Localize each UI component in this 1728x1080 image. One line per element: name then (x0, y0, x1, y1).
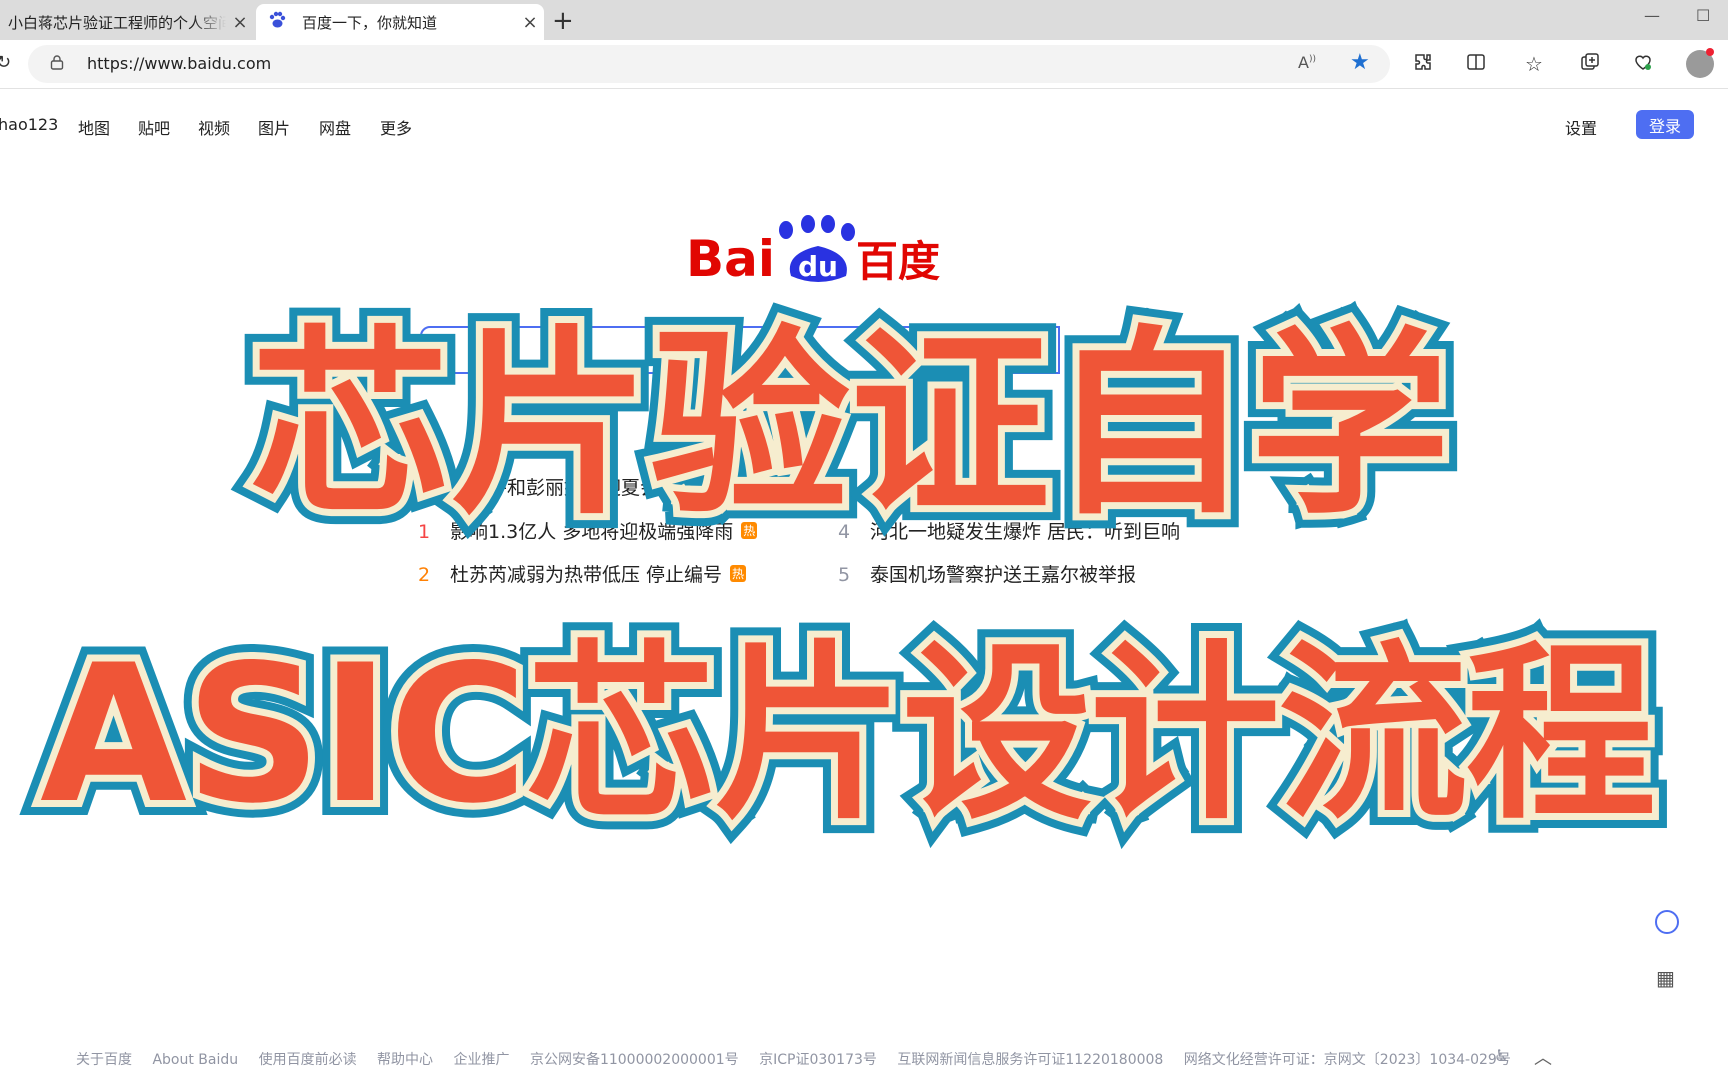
accessibility-icon[interactable]: ♿ (1494, 1046, 1508, 1065)
url-text[interactable]: https://www.baidu.com (87, 54, 271, 73)
notification-dot (1706, 48, 1714, 56)
split-screen-icon[interactable] (1466, 52, 1486, 77)
baidu-paw-icon (268, 11, 290, 33)
lock-icon[interactable] (50, 54, 64, 74)
footer-link[interactable]: 网络文化经营许可证：京网文〔2023〕1034-029号 (1184, 1052, 1511, 1068)
tab-title: 百度一下，你就知道 (302, 13, 438, 32)
footer-link[interactable]: 使用百度前必读 (259, 1052, 357, 1068)
tab-baidu[interactable]: 百度一下，你就知道 × (256, 4, 544, 40)
footer-link[interactable]: 帮助中心 (377, 1052, 433, 1068)
address-bar[interactable]: https://www.baidu.com A)) ★ (28, 45, 1390, 83)
new-tab-button[interactable]: + (552, 6, 574, 36)
nav-more[interactable]: 更多 (380, 115, 412, 139)
footer-link[interactable]: 企业推广 (454, 1052, 510, 1068)
settings-link[interactable]: 设置 (1565, 115, 1597, 139)
tab-title: 小白蒋芯片验证工程师的个人空间 (8, 13, 226, 32)
footer: 关于百度 About Baidu 使用百度前必读 帮助中心 企业推广 京公网安备… (76, 1049, 1527, 1069)
nav-video[interactable]: 视频 (198, 115, 230, 139)
footer-link[interactable]: 互联网新闻信息服务许可证11220180008 (897, 1052, 1163, 1068)
tab-close-icon[interactable]: × (226, 12, 254, 33)
tab-strip: 小白蒋芯片验证工程师的个人空间 × 百度一下，你就知道 × + — ☐ (0, 0, 1728, 40)
minimize-icon[interactable]: — (1644, 6, 1660, 25)
nav-hao123[interactable]: hao123 (0, 115, 58, 134)
ai-assistant-icon[interactable] (1655, 910, 1679, 934)
reload-icon[interactable]: ↻ (0, 52, 11, 73)
qr-code-icon[interactable]: ▦ (1656, 966, 1675, 990)
footer-link[interactable]: 京ICP证030173号 (759, 1052, 877, 1068)
tab-bilibili-space[interactable]: 小白蒋芯片验证工程师的个人空间 × (0, 4, 254, 40)
favorite-star-icon[interactable]: ★ (1350, 50, 1370, 75)
read-aloud-icon[interactable]: A)) (1298, 53, 1316, 72)
chevron-up-icon[interactable]: ︿ (1534, 1044, 1552, 1070)
collections-icon[interactable] (1580, 52, 1600, 77)
footer-link[interactable]: 京公网安备11000002000001号 (530, 1052, 739, 1068)
nav-tieba[interactable]: 贴吧 (138, 115, 170, 139)
extensions-icon[interactable] (1413, 52, 1433, 77)
caption-line2: ASIC芯片设计流程 (33, 617, 1663, 852)
footer-link[interactable]: About Baidu (152, 1052, 238, 1068)
browser-toolbar: ↻ https://www.baidu.com A)) ★ ☆ (0, 40, 1728, 89)
favorites-icon[interactable]: ☆ (1525, 52, 1543, 76)
browser-essentials-icon[interactable] (1633, 52, 1653, 77)
login-button[interactable]: 登录 (1636, 110, 1694, 139)
nav-images[interactable]: 图片 (258, 115, 290, 139)
footer-link[interactable]: 关于百度 (76, 1052, 132, 1068)
nav-map[interactable]: 地图 (78, 115, 110, 139)
caption-line1: 芯片验证自学 (243, 302, 1457, 549)
nav-netdisk[interactable]: 网盘 (319, 115, 351, 139)
tab-close-icon[interactable]: × (516, 12, 544, 33)
maximize-icon[interactable]: ☐ (1696, 6, 1710, 25)
